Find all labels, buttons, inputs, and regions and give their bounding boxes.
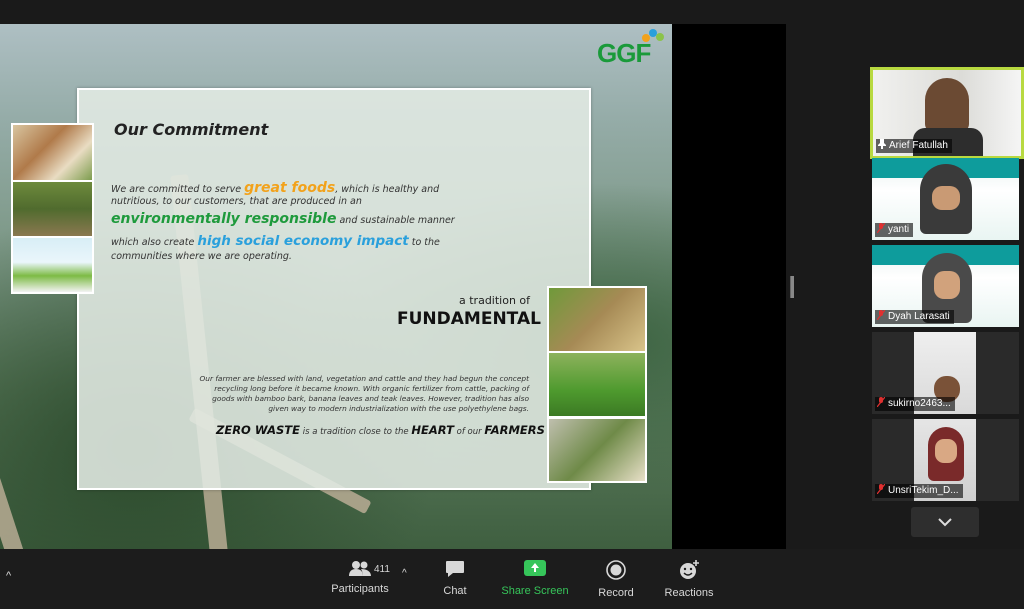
share-screen-label: Share Screen (501, 585, 569, 597)
video-tile[interactable]: sukirno2463... (872, 332, 1019, 414)
window-top-bar (0, 0, 1024, 24)
participant-face (934, 271, 960, 299)
ggf-logo-leaves (642, 29, 664, 42)
commitment-line-2: nutritious, to our customers, that are p… (111, 196, 362, 207)
farmer-text-line-2: recycling long before it became known. W… (214, 384, 529, 393)
participants-options-caret[interactable]: ^ (402, 568, 407, 579)
video-tile[interactable]: Dyah Larasati (872, 245, 1019, 327)
commitment-line-3: environmentally responsible and sustaina… (111, 211, 455, 227)
photo-people-walking (11, 180, 94, 238)
fundamental-heading: FUNDAMENTAL (397, 309, 541, 329)
muted-mic-icon (876, 309, 886, 321)
highlight-great-foods: great foods (244, 180, 336, 196)
farmer-text-line-3: goods with bamboo bark, banana leaves an… (212, 394, 529, 403)
photo-cattle-field (547, 351, 647, 418)
participant-face (935, 439, 957, 463)
participants-label: Participants (331, 583, 389, 595)
highlight-environmentally-responsible: environmentally responsible (111, 211, 337, 227)
participant-name: UnsriTekim_D... (875, 483, 963, 498)
reactions-label: Reactions (664, 587, 714, 599)
participants-count: 411 (374, 564, 390, 575)
share-screen-icon (524, 560, 546, 581)
highlight-social-impact: high social economy impact (197, 233, 409, 249)
chevron-down-icon (938, 518, 952, 527)
muted-mic-icon (876, 396, 886, 408)
chat-icon (445, 561, 465, 581)
participant-name: Arief Fatullah (876, 139, 952, 153)
participant-name: sukirno2463... (875, 396, 955, 411)
muted-mic-icon (876, 483, 886, 495)
muted-mic-icon (876, 222, 886, 234)
commitment-line-1: We are committed to serve great foods, w… (111, 180, 440, 196)
farmer-text-line-4: given way to modern industrialization wi… (268, 404, 529, 413)
aerial-road (0, 444, 27, 549)
tradition-of-label: a tradition of (459, 294, 531, 307)
video-tile-active[interactable]: Arief Fatullah (870, 67, 1024, 159)
photo-farmer-sieve (547, 417, 647, 483)
share-letterbox (672, 24, 786, 549)
commitment-title: Our Commitment (114, 120, 269, 139)
photo-farmer-baskets (547, 286, 647, 353)
toolbar-left-caret[interactable]: ^ (6, 570, 11, 582)
participant-face (932, 186, 960, 210)
reactions-button[interactable]: Reactions (662, 560, 716, 599)
farmer-text-line-1: Our farmer are blessed with land, vegeta… (199, 374, 529, 383)
video-tile[interactable]: yanti (872, 158, 1019, 240)
scroll-down-button[interactable] (911, 507, 979, 537)
pinned-icon (878, 139, 886, 149)
record-label: Record (598, 587, 634, 599)
participants-button[interactable]: 411 Participants (330, 560, 390, 595)
participant-name: Dyah Larasati (875, 309, 954, 324)
panel-resize-handle[interactable] (790, 276, 794, 298)
participant-face (925, 78, 969, 132)
photo-open-book-nature (11, 236, 94, 294)
video-tile[interactable]: UnsriTekim_D... (872, 419, 1019, 501)
commitment-line-4: which also create high social economy im… (111, 233, 440, 249)
participant-name: yanti (875, 222, 914, 237)
chat-button[interactable]: Chat (435, 560, 475, 597)
zero-waste-line: ZERO WASTE is a tradition close to the H… (216, 423, 545, 437)
participants-icon (349, 561, 371, 579)
record-icon (606, 560, 626, 583)
share-screen-button[interactable]: Share Screen (499, 560, 571, 597)
record-button[interactable]: Record (596, 560, 636, 599)
photo-people-eating (11, 123, 94, 183)
reactions-icon (678, 560, 700, 583)
chat-label: Chat (443, 585, 467, 597)
commitment-line-5: communities where we are operating. (111, 251, 292, 262)
